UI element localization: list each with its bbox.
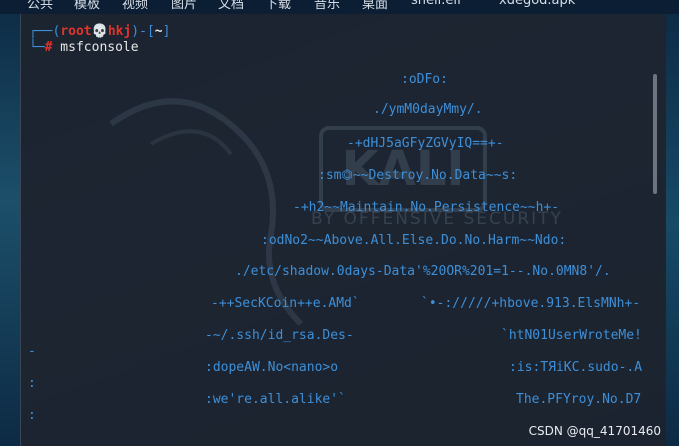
banner-line: The.PFYroy.No.D7 — [516, 392, 642, 407]
terminal-scrollbar[interactable] — [653, 74, 657, 194]
prompt-host: hkj — [107, 24, 132, 39]
skull-icon: 💀 — [91, 24, 108, 39]
banner-line: ./etc/shadow.0days-Data'%20OR%201=1--.No… — [235, 264, 611, 279]
desktop-icon-label[interactable]: 桌面 — [362, 0, 388, 12]
desktop-wallpaper-right — [665, 0, 679, 446]
desktop-icon-label[interactable]: 下载 — [265, 0, 291, 12]
prompt-user: root — [60, 24, 92, 39]
prompt-bracket: )-[ — [131, 24, 155, 39]
banner-line: - — [28, 344, 36, 359]
banner-line: `•-://///+hbove.913.ElsMNh+- — [421, 296, 641, 311]
banner-line: `htN01UserWroteMe! — [501, 328, 642, 343]
desktop-icon-label[interactable]: xdegod.apk — [499, 0, 575, 8]
banner-line: :odNo2~~Above.All.Else.Do.No.Harm~~Ndo: — [261, 233, 567, 248]
banner-line: : — [28, 376, 36, 391]
banner-line: ./ymM0dayMmy/. — [373, 102, 483, 117]
banner-line: :sm⏣~~Destroy.No.Data~~s: — [318, 168, 518, 183]
prompt-prefix: └─ — [29, 40, 45, 55]
banner-line: -++SecKCoin++e.AMd` — [211, 296, 360, 311]
desktop-icon-label[interactable]: 文档 — [218, 0, 244, 12]
banner-line: :oDFo: — [401, 72, 448, 87]
desktop-icon-label[interactable]: 视频 — [122, 0, 148, 12]
banner-line: :is:TЯiKC.sudo-.A — [509, 360, 643, 375]
banner-line: -+h2~~Maintain.No.Persistence~~h+- — [293, 200, 560, 215]
prompt-line-2: └─# msfconsole — [29, 40, 139, 55]
prompt-bracket: ┌──( — [29, 24, 61, 39]
desktop-icon-label[interactable]: shell.elf — [411, 0, 462, 8]
desktop-wallpaper-left — [0, 0, 20, 446]
command-text: msfconsole — [52, 40, 139, 55]
desktop-icon-label[interactable]: 公共 — [27, 0, 53, 12]
banner-line: -+dHJ5aGFyZGVyIQ==+- — [347, 136, 504, 151]
desktop-icon-labels: 公共 模板 视频 图片 文档 下载 音乐 桌面 shell.elf xdegod… — [0, 0, 679, 14]
prompt-bracket: ] — [162, 24, 171, 39]
banner-line: :we're.all.alike'` — [205, 392, 346, 407]
banner-line: :dopeAW.No<nano>o — [205, 360, 339, 375]
terminal-window[interactable]: KALI BY OFFENSIVE SECURITY ┌──(root💀hkj)… — [20, 14, 666, 446]
csdn-credit-watermark: CSDN @qq_41701460 — [528, 424, 661, 438]
desktop-icon-label[interactable]: 模板 — [74, 0, 100, 12]
prompt-path: ~ — [154, 24, 163, 39]
banner-line: -~/.ssh/id_rsa.Des- — [205, 328, 354, 343]
desktop-icon-label[interactable]: 图片 — [171, 0, 197, 12]
desktop-icon-label[interactable]: 音乐 — [314, 0, 340, 12]
banner-line: : — [28, 408, 36, 423]
prompt-line-1: ┌──(root💀hkj)-[~] — [29, 24, 170, 39]
desktop-screen: 公共 模板 视频 图片 文档 下载 音乐 桌面 shell.elf xdegod… — [0, 0, 679, 446]
